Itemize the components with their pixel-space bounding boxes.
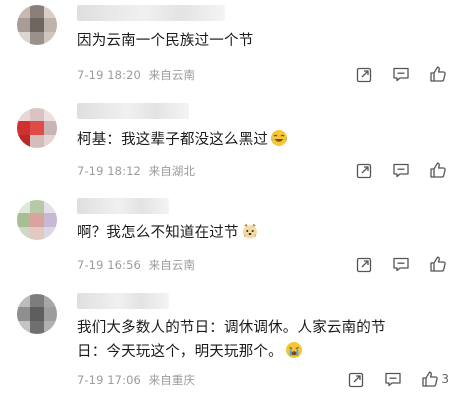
comment-text: 因为云南一个民族过一个节 (77, 33, 254, 49)
username-blurred[interactable] (77, 103, 189, 119)
comment-icon (385, 372, 402, 386)
comment-time: 7-19 18:20 (77, 68, 141, 82)
comment-actions (337, 254, 449, 274)
comment-button[interactable] (392, 66, 410, 83)
comment-icon (393, 67, 409, 81)
like-button[interactable]: 3 (421, 370, 449, 388)
comment-text-content: 日：今天玩这个，明天玩那个。 (77, 344, 283, 360)
comment-text: 我们大多数人的节日：调休调休。人家云南的节 日：今天玩这个，明天玩那个。 (77, 316, 386, 367)
cry-emoji (285, 341, 303, 367)
comment-actions: 3 (329, 369, 449, 389)
username-blurred[interactable] (77, 293, 169, 309)
like-button[interactable] (429, 65, 449, 83)
comment-text-line: 我们大多数人的节日：调休调休。人家云南的节 (77, 320, 386, 336)
comment-location: 来自云南 (148, 68, 196, 82)
comment-text: 啊？我怎么不知道在过节 (77, 221, 259, 248)
comment-text: 柯基：我这辈子都没这么黑过 (77, 128, 288, 155)
comment-button[interactable] (392, 256, 410, 273)
comment-time: 7-19 16:56 (77, 258, 141, 272)
like-icon (430, 66, 446, 82)
comment-actions (337, 160, 449, 180)
comment-time: 7-19 18:12 (77, 164, 141, 178)
repost-button[interactable] (356, 256, 373, 273)
comment-location: 来自重庆 (148, 373, 196, 387)
like-count: 3 (441, 372, 449, 386)
comment-time: 7-19 17:06 (77, 373, 141, 387)
comment-meta: 7-19 17:06 来自重庆 (77, 372, 195, 388)
repost-button[interactable] (348, 371, 365, 388)
comment-actions (337, 64, 449, 84)
like-icon (430, 256, 446, 272)
comment-button[interactable] (384, 371, 402, 388)
dog-emoji (241, 222, 259, 248)
comment-icon (393, 257, 409, 271)
like-icon (422, 371, 439, 387)
repost-icon (349, 372, 364, 387)
comment-icon (393, 163, 409, 177)
comment-button[interactable] (392, 162, 410, 179)
comment-location: 来自湖北 (148, 164, 196, 178)
laugh-cry-emoji (270, 129, 288, 155)
avatar[interactable] (17, 5, 57, 45)
like-button[interactable] (429, 161, 449, 179)
repost-icon (356, 163, 372, 178)
avatar[interactable] (17, 108, 57, 148)
like-icon (430, 162, 446, 178)
comment-location: 来自云南 (148, 258, 196, 272)
repost-icon (356, 67, 372, 82)
avatar[interactable] (17, 294, 57, 334)
username-blurred[interactable] (77, 198, 169, 214)
like-button[interactable] (429, 255, 449, 273)
avatar[interactable] (17, 200, 57, 240)
repost-button[interactable] (356, 162, 373, 179)
comment-text-content: 啊？我怎么不知道在过节 (77, 225, 239, 241)
username-blurred[interactable] (77, 5, 225, 21)
comment-text-line: 日：今天玩这个，明天玩那个。 (77, 340, 386, 367)
repost-icon (356, 257, 372, 272)
comment-text-content: 柯基：我这辈子都没这么黑过 (77, 132, 269, 148)
repost-button[interactable] (356, 66, 373, 83)
comment-meta: 7-19 18:12 来自湖北 (77, 163, 195, 179)
comment-meta: 7-19 16:56 来自云南 (77, 257, 195, 273)
comment-meta: 7-19 18:20 来自云南 (77, 67, 195, 83)
